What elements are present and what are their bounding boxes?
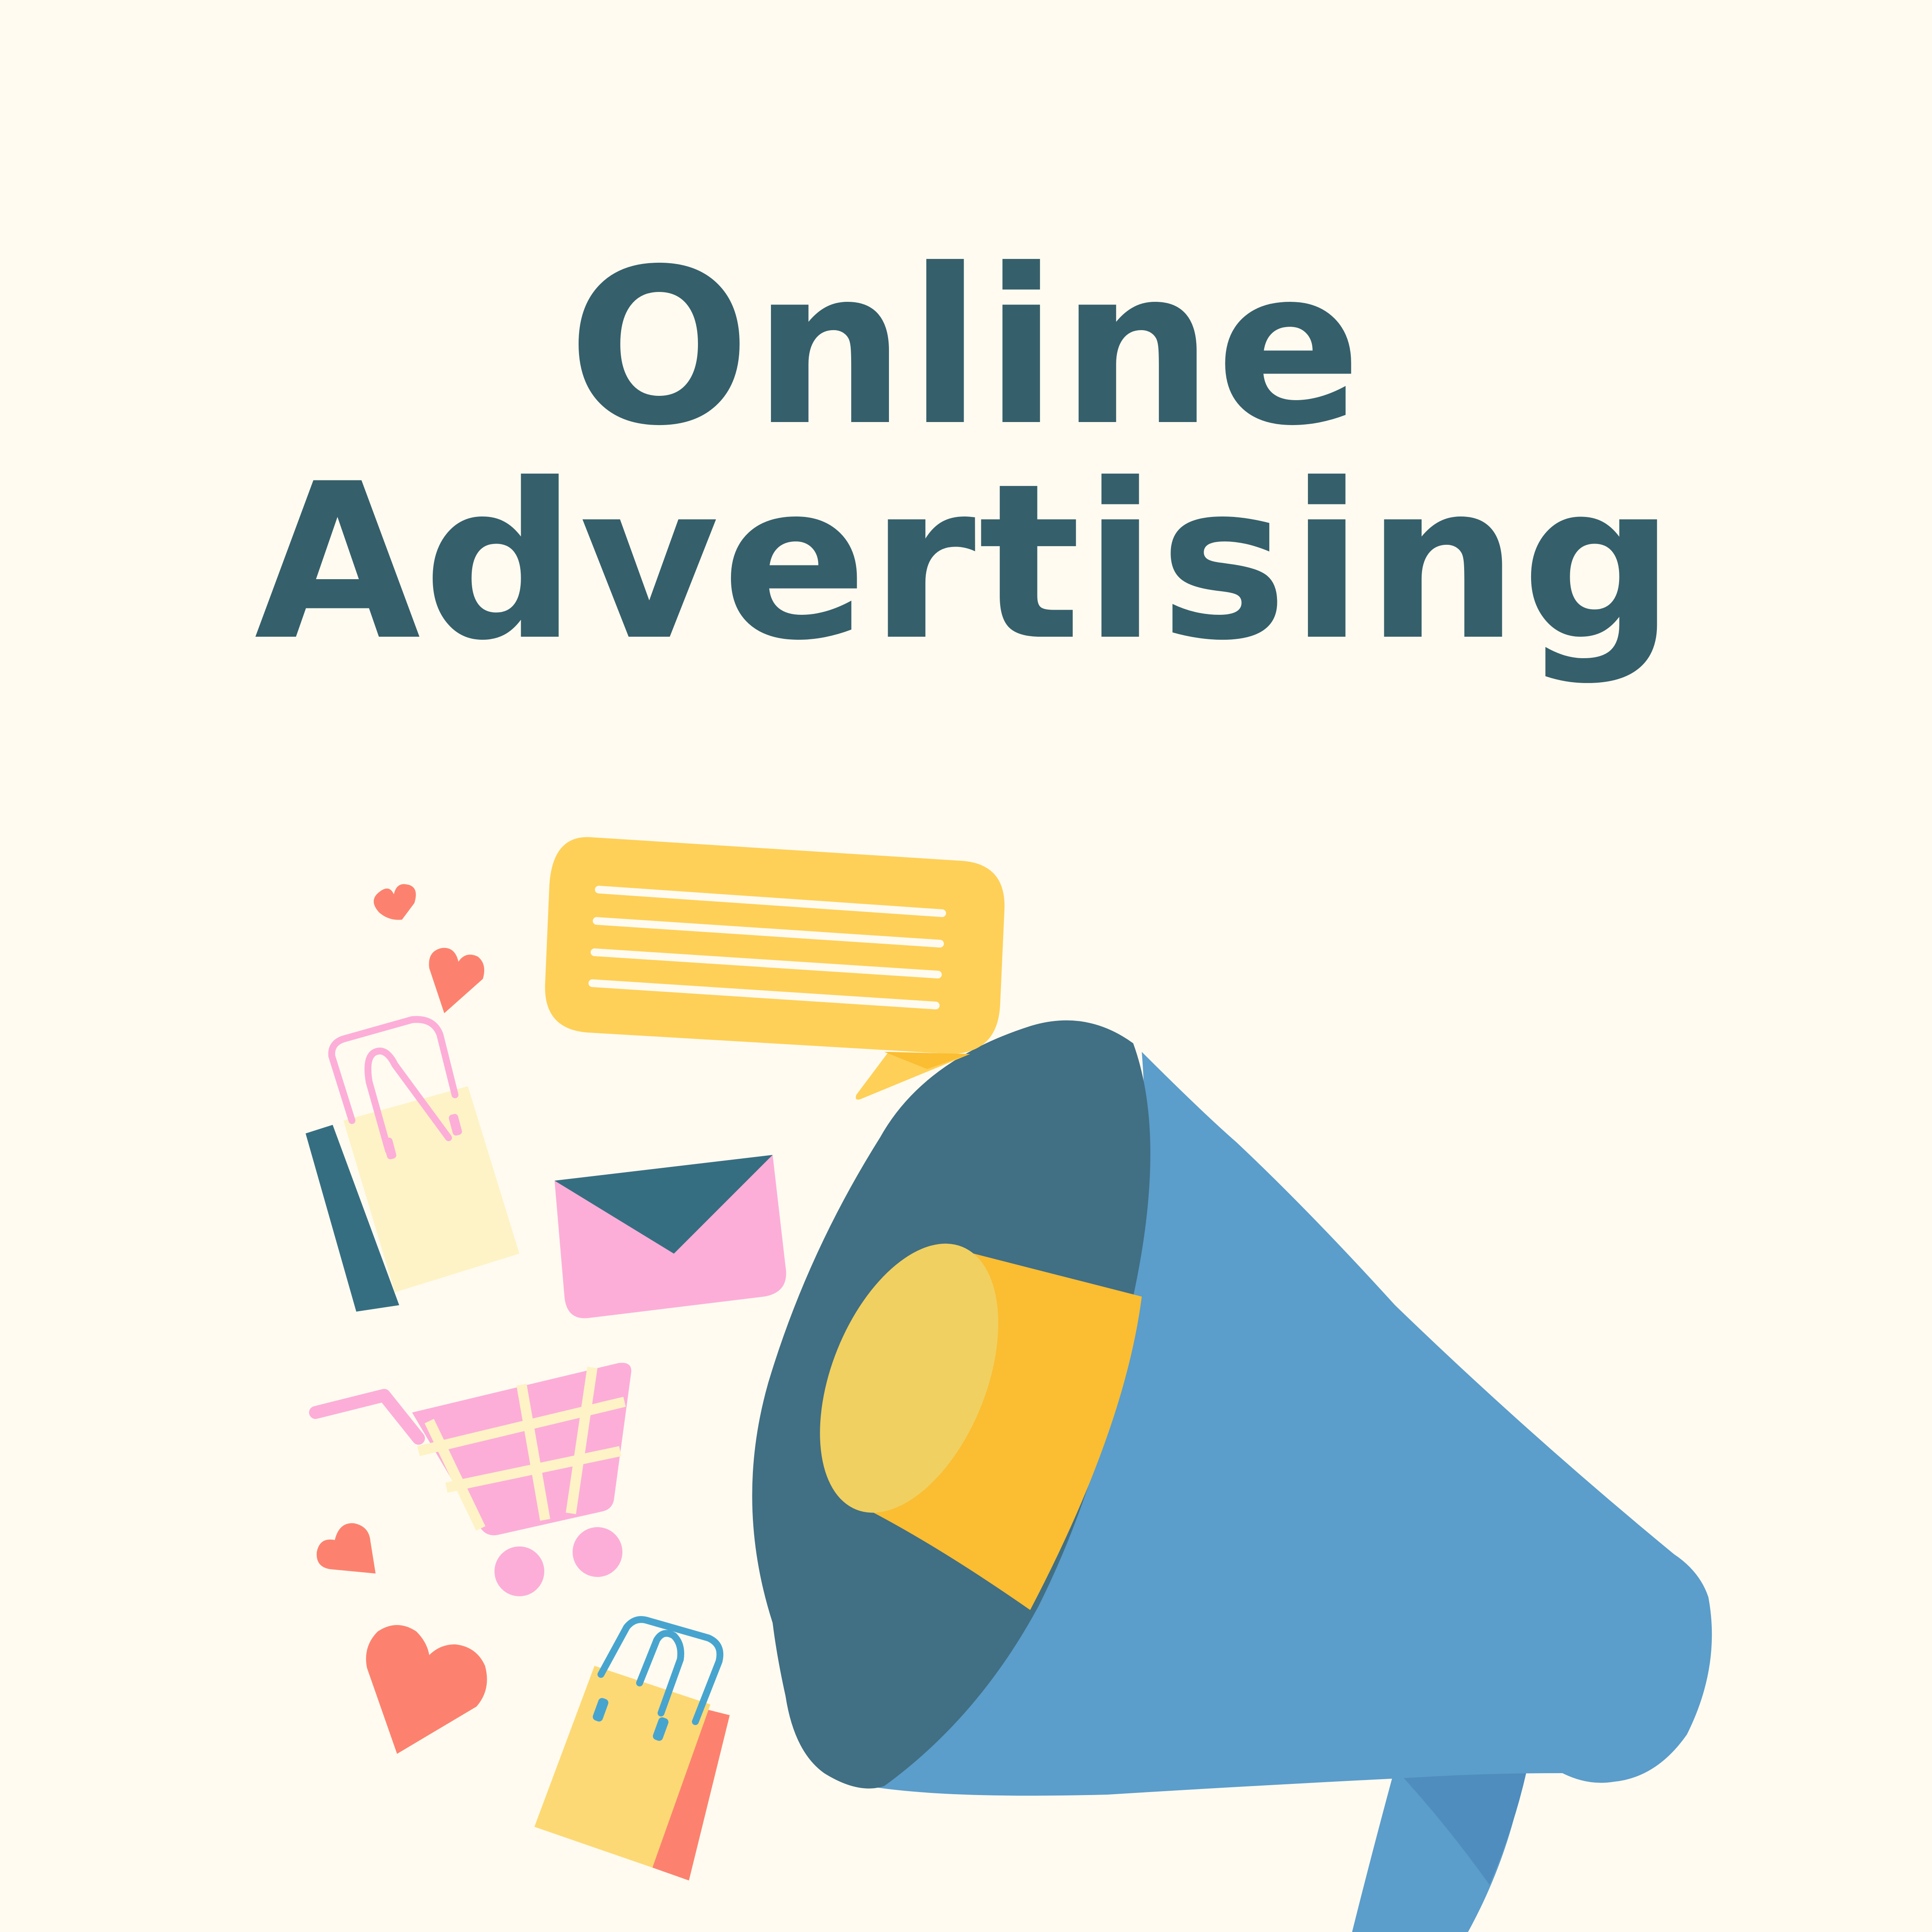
envelope-icon — [555, 1155, 786, 1318]
illustration — [306, 837, 1712, 1932]
heart-icon — [373, 884, 416, 920]
speech-bubble-icon — [545, 837, 1005, 1100]
shopping-bag-icon — [306, 1016, 519, 1312]
heart-icon — [429, 948, 485, 1013]
shopping-bag-icon — [534, 1616, 730, 1880]
poster: Online Advertising — [0, 0, 1932, 1932]
heart-icon — [316, 1523, 376, 1574]
heart-icon — [366, 1625, 487, 1754]
megaphone-icon — [752, 1020, 1712, 1932]
